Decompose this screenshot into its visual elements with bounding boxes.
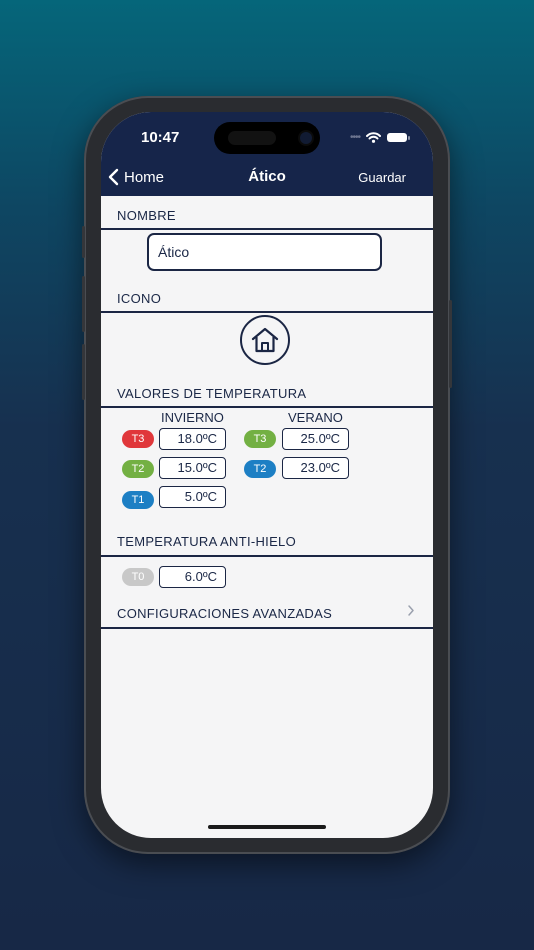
save-button[interactable]: Guardar: [358, 170, 406, 185]
divider: [101, 311, 433, 313]
back-button[interactable]: Home: [107, 168, 164, 186]
temp-t2-verano[interactable]: 23.0ºC: [282, 457, 349, 479]
temp-t3-verano[interactable]: 25.0ºC: [282, 428, 349, 450]
home-icon: [251, 327, 279, 353]
section-label-nombre: NOMBRE: [117, 208, 176, 223]
home-indicator: [208, 825, 326, 829]
app-screen: 10:47 •••• Home Ático Guardar NOMBRE Áti…: [101, 112, 433, 838]
dynamic-island: [214, 122, 320, 154]
temp-t0-antihielo[interactable]: 6.0ºC: [159, 566, 226, 588]
volume-down-button: [82, 344, 85, 400]
island-pill: [228, 131, 276, 145]
section-label-valores: VALORES DE TEMPERATURA: [117, 386, 307, 401]
invierno-header: INVIERNO: [161, 410, 224, 425]
divider: [101, 228, 433, 230]
action-button: [82, 226, 85, 258]
battery-icon: [387, 133, 410, 142]
navigation-bar: Home Ático Guardar: [101, 162, 433, 196]
section-label-icono: ICONO: [117, 291, 162, 306]
temp-t2-invierno[interactable]: 15.0ºC: [159, 457, 226, 479]
verano-header: VERANO: [288, 410, 343, 425]
front-camera: [300, 132, 312, 144]
wifi-icon: [366, 132, 381, 143]
status-time: 10:47: [141, 129, 180, 146]
divider: [101, 406, 433, 408]
temp-t1-invierno[interactable]: 5.0ºC: [159, 486, 226, 508]
power-button: [449, 300, 452, 388]
volume-up-button: [82, 276, 85, 332]
badge-t0: T0: [122, 568, 154, 586]
back-label: Home: [124, 168, 165, 186]
top-bar: 10:47 •••• Home Ático Guardar: [101, 112, 433, 196]
section-label-antihielo: TEMPERATURA ANTI-HIELO: [117, 534, 296, 549]
badge-t3-invierno: T3: [122, 430, 154, 448]
advanced-settings-label: CONFIGURACIONES AVANZADAS: [117, 606, 333, 621]
advanced-settings-row[interactable]: CONFIGURACIONES AVANZADAS: [101, 602, 433, 626]
divider: [101, 555, 433, 557]
temp-t3-invierno[interactable]: 18.0ºC: [159, 428, 226, 450]
badge-t2-verano: T2: [244, 460, 276, 478]
status-icons: ••••: [349, 132, 410, 143]
badge-t1-invierno: T1: [122, 491, 154, 509]
chevron-left-icon: [108, 168, 119, 186]
badge-t3-verano: T3: [244, 430, 276, 448]
cellular-signal-icon: ••••: [349, 132, 361, 143]
name-input[interactable]: [147, 233, 382, 271]
divider: [101, 627, 433, 629]
badge-t2-invierno: T2: [122, 460, 154, 478]
room-icon-selector[interactable]: [240, 315, 290, 365]
chevron-right-icon: [408, 605, 414, 616]
